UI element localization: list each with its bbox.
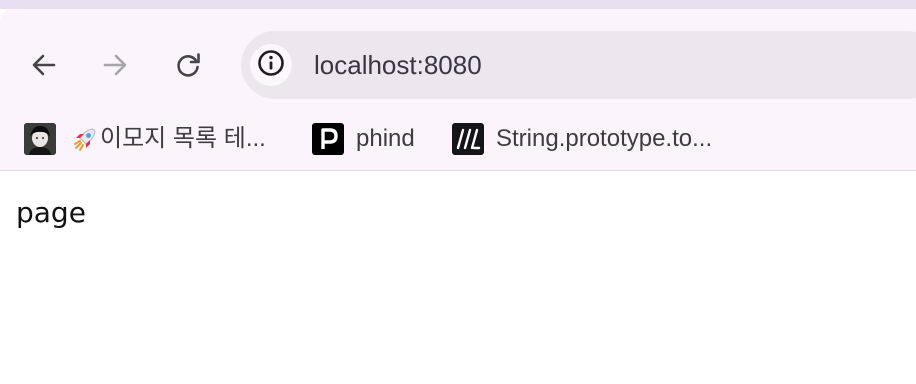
bookmark-avatar[interactable] [24,122,56,156]
page-text: page [16,196,86,229]
bookmark-emoji-list[interactable]: 이모지 목록 테... [70,122,266,156]
reload-button[interactable] [167,44,209,86]
arrow-left-icon [30,51,58,79]
browser-toolbar: localhost:8080 이모지 목록 테... phind String.… [0,9,916,170]
toolbar-divider [0,170,916,171]
bookmark-label: String.prototype.to... [496,125,713,152]
forward-button[interactable] [94,44,136,86]
mdn-logo-icon [452,123,484,155]
back-button[interactable] [23,44,65,86]
rocket-icon [70,123,100,155]
phind-logo-icon [312,123,344,155]
arrow-right-icon [101,51,129,79]
url-text[interactable]: localhost:8080 [314,50,482,80]
address-bar[interactable]: localhost:8080 [241,31,916,99]
avatar [24,123,56,155]
tab-strip [0,0,916,9]
reload-icon [174,51,202,79]
bookmark-mdn[interactable]: String.prototype.to... [452,122,712,156]
bookmark-label: 이모지 목록 테... [100,125,266,152]
info-icon [257,49,285,82]
bookmark-phind[interactable]: phind [312,122,415,156]
site-info-button[interactable] [250,44,292,86]
bookmark-label: phind [356,125,415,152]
